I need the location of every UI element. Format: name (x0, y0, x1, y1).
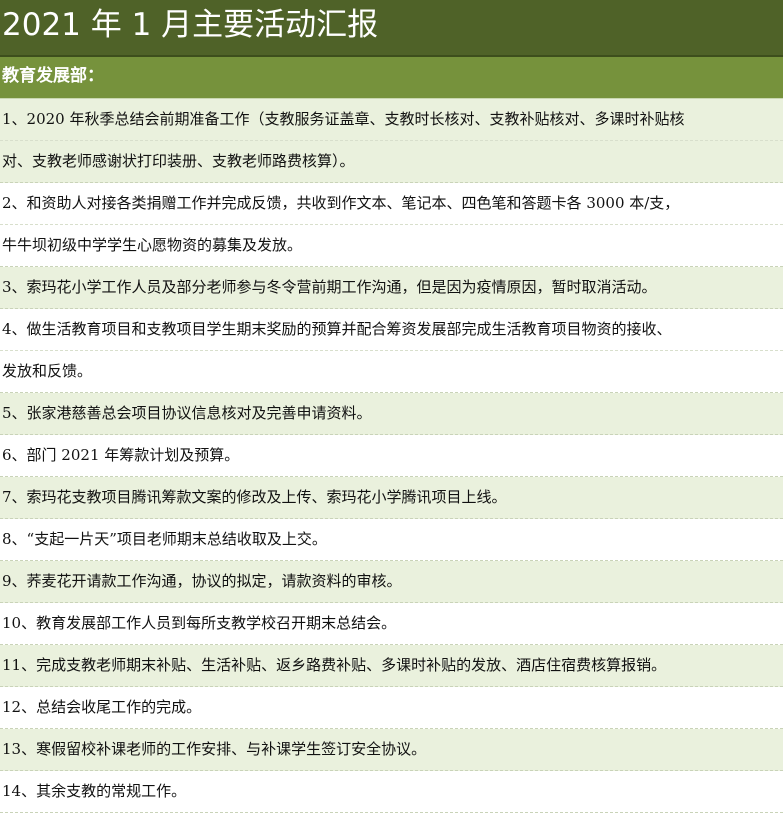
list-item-text: 发放和反馈。 (0, 350, 783, 392)
list-item-text: 6、部门 2021 年筹款计划及预算。 (2, 446, 240, 464)
list-item-text: 对、支教老师感谢状打印装册、支教老师路费核算）。 (0, 140, 783, 182)
list-item: 10、教育发展部工作人员到每所支教学校召开期末总结会。 (0, 603, 783, 645)
list-item: 8、“支起一片天”项目老师期末总结收取及上交。 (0, 519, 783, 561)
list-item: 7、索玛花支教项目腾讯筹款文案的修改及上传、索玛花小学腾讯项目上线。 (0, 477, 783, 519)
list-item: 9、荞麦花开请款工作沟通，协议的拟定，请款资料的审核。 (0, 561, 783, 603)
section-heading: 教育发展部： (0, 57, 783, 99)
report-page: 2021 年 1 月主要活动汇报 教育发展部： 1、2020 年秋季总结会前期准… (0, 0, 783, 814)
list-item: 14、其余支教的常规工作。 (0, 771, 783, 813)
list-item: 5、张家港慈善总会项目协议信息核对及完善申请资料。 (0, 393, 783, 435)
list-item-text: 10、教育发展部工作人员到每所支教学校召开期末总结会。 (2, 614, 397, 632)
list-item-text: 8、“支起一片天”项目老师期末总结收取及上交。 (2, 530, 327, 548)
activity-list: 1、2020 年秋季总结会前期准备工作（支教服务证盖章、支教时长核对、支教补贴核… (0, 99, 783, 813)
list-item-text: 4、做生活教育项目和支教项目学生期末奖励的预算并配合筹资发展部完成生活教育项目物… (2, 320, 672, 338)
list-item-text: 11、完成支教老师期末补贴、生活补贴、返乡路费补贴、多课时补贴的发放、酒店住宿费… (2, 656, 667, 674)
list-item: 4、做生活教育项目和支教项目学生期末奖励的预算并配合筹资发展部完成生活教育项目物… (0, 309, 783, 393)
list-item: 12、总结会收尾工作的完成。 (0, 687, 783, 729)
list-item: 11、完成支教老师期末补贴、生活补贴、返乡路费补贴、多课时补贴的发放、酒店住宿费… (0, 645, 783, 687)
list-item-text: 牛牛坝初级中学学生心愿物资的募集及发放。 (0, 224, 783, 266)
list-item-text: 13、寒假留校补课老师的工作安排、与补课学生签订安全协议。 (2, 740, 427, 758)
list-item-text: 9、荞麦花开请款工作沟通，协议的拟定，请款资料的审核。 (2, 572, 402, 590)
list-item-text: 7、索玛花支教项目腾讯筹款文案的修改及上传、索玛花小学腾讯项目上线。 (2, 488, 507, 506)
page-title: 2021 年 1 月主要活动汇报 (0, 0, 783, 57)
list-item-text: 14、其余支教的常规工作。 (2, 782, 187, 800)
list-item: 1、2020 年秋季总结会前期准备工作（支教服务证盖章、支教时长核对、支教补贴核… (0, 99, 783, 183)
list-item-text: 2、和资助人对接各类捐赠工作并完成反馈，共收到作文本、笔记本、四色笔和答题卡各 … (2, 194, 680, 212)
list-item: 13、寒假留校补课老师的工作安排、与补课学生签订安全协议。 (0, 729, 783, 771)
list-item: 6、部门 2021 年筹款计划及预算。 (0, 435, 783, 477)
list-item-text: 5、张家港慈善总会项目协议信息核对及完善申请资料。 (2, 404, 372, 422)
list-item: 2、和资助人对接各类捐赠工作并完成反馈，共收到作文本、笔记本、四色笔和答题卡各 … (0, 183, 783, 267)
list-item-text: 12、总结会收尾工作的完成。 (2, 698, 202, 716)
list-item-text: 1、2020 年秋季总结会前期准备工作（支教服务证盖章、支教时长核对、支教补贴核… (2, 110, 685, 128)
list-item-text: 3、索玛花小学工作人员及部分老师参与冬令营前期工作沟通，但是因为疫情原因，暂时取… (2, 278, 657, 296)
list-item: 3、索玛花小学工作人员及部分老师参与冬令营前期工作沟通，但是因为疫情原因，暂时取… (0, 267, 783, 309)
